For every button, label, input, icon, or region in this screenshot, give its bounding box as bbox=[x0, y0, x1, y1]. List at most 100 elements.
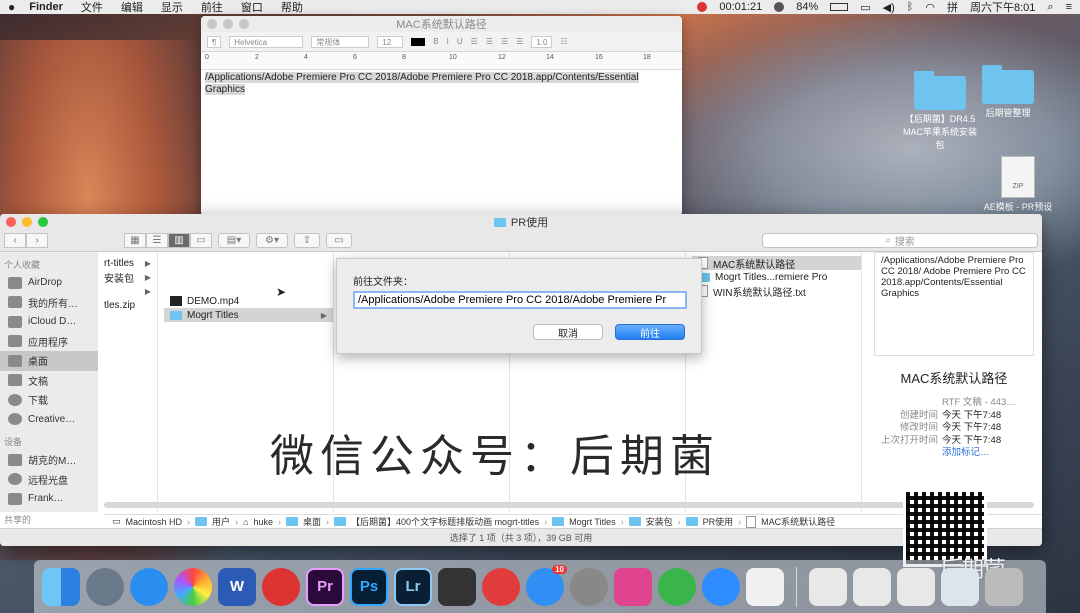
italic-button[interactable]: I bbox=[447, 37, 449, 46]
justify-icon[interactable]: ☰ bbox=[516, 37, 523, 46]
sidebar-item-desktop[interactable]: 桌面 bbox=[0, 351, 98, 371]
input-source-icon[interactable]: 拼 bbox=[947, 0, 958, 15]
sidebar-item-frank[interactable]: Frank… bbox=[0, 489, 98, 509]
sidebar-item-downloads[interactable]: 下载 bbox=[0, 390, 98, 410]
align-center-icon[interactable]: ☰ bbox=[486, 37, 493, 46]
finder-titlebar[interactable]: PR使用 bbox=[0, 214, 1042, 230]
path-item[interactable]: huke bbox=[254, 517, 274, 527]
path-item[interactable]: 安装包 bbox=[646, 515, 673, 528]
trash-icon[interactable] bbox=[985, 567, 1023, 606]
battery-icon[interactable] bbox=[830, 3, 849, 11]
menu-window[interactable]: 窗口 bbox=[241, 0, 263, 15]
sidebar-item-airdrop[interactable]: AirDrop bbox=[0, 273, 98, 293]
sidebar-item-creative-cloud[interactable]: Creative… bbox=[0, 410, 98, 430]
tags-button[interactable]: ▭ bbox=[326, 233, 352, 248]
quicktime-app-icon[interactable] bbox=[262, 567, 300, 606]
apple-menu-icon[interactable]: ● bbox=[8, 0, 15, 14]
launchpad-app-icon[interactable] bbox=[86, 567, 124, 606]
close-button[interactable] bbox=[207, 19, 217, 29]
photos-app-icon[interactable] bbox=[174, 567, 212, 606]
minimized-window-icon[interactable] bbox=[809, 567, 847, 606]
menu-edit[interactable]: 编辑 bbox=[121, 0, 143, 15]
finalcut-app-icon[interactable] bbox=[438, 567, 476, 606]
close-button[interactable] bbox=[6, 217, 16, 227]
sidebar-item-remote-disc[interactable]: 远程光盘 bbox=[0, 470, 98, 490]
underline-button[interactable]: U bbox=[457, 37, 463, 46]
sidebar-item-documents[interactable]: 文稿 bbox=[0, 371, 98, 391]
gallery-view-button[interactable]: ▭ bbox=[190, 233, 212, 248]
list-item[interactable]: 安装包 ▶ bbox=[98, 270, 157, 285]
desktop-zip-file[interactable]: ZIP AE模板 - PR预设 .zip bbox=[978, 156, 1058, 223]
datetime[interactable]: 周六下午8:01 bbox=[970, 0, 1035, 15]
path-item[interactable]: 【后期菌】400个文字标题排版动画 mogrt-titles bbox=[351, 515, 539, 528]
list-item[interactable]: ▶ bbox=[98, 284, 157, 298]
recording-icon[interactable] bbox=[697, 2, 708, 12]
icon-view-button[interactable]: ▦ bbox=[124, 233, 146, 248]
ruler[interactable]: 0 2 4 6 8 10 12 14 16 18 bbox=[201, 52, 682, 70]
photoshop-app-icon[interactable]: Ps bbox=[350, 567, 388, 606]
airplay-icon[interactable]: ▭ bbox=[860, 1, 870, 14]
path-item[interactable]: Macintosh HD bbox=[126, 517, 183, 527]
zoom-app-icon[interactable] bbox=[702, 567, 740, 606]
path-item[interactable]: 桌面 bbox=[303, 515, 321, 528]
minimized-window-icon[interactable] bbox=[853, 567, 891, 606]
list-item[interactable]: WIN系统默认路径.txt bbox=[692, 284, 861, 299]
folder-path-input[interactable] bbox=[353, 291, 687, 309]
cleanmymac-app-icon[interactable] bbox=[614, 567, 652, 606]
text-color-swatch[interactable] bbox=[411, 37, 426, 46]
downloads-stack-icon[interactable] bbox=[941, 567, 979, 606]
path-item[interactable]: PR使用 bbox=[703, 515, 734, 528]
list-item[interactable]: tles.zip bbox=[98, 298, 157, 312]
menu-go[interactable]: 前往 bbox=[201, 0, 223, 15]
notification-center-icon[interactable]: ≡ bbox=[1066, 1, 1072, 13]
list-item[interactable]: DEMO.mp4 bbox=[164, 294, 333, 308]
textedit-content[interactable]: /Applications/Adobe Premiere Pro CC 2018… bbox=[201, 70, 682, 98]
wifi-icon[interactable]: ◠ bbox=[925, 1, 935, 14]
list-item[interactable]: Mogrt Titles ▶ bbox=[164, 308, 333, 322]
system-prefs-app-icon[interactable] bbox=[570, 567, 608, 606]
word-app-icon[interactable]: W bbox=[218, 567, 256, 606]
column-view-button[interactable]: ▥ bbox=[168, 233, 190, 248]
bluetooth-icon[interactable]: ᛒ bbox=[907, 1, 914, 13]
list-item[interactable]: Mogrt Titles...remiere Pro bbox=[692, 270, 861, 284]
spotlight-icon[interactable]: ⌕ bbox=[1047, 1, 1053, 14]
menu-view[interactable]: 显示 bbox=[161, 0, 183, 15]
premiere-app-icon[interactable]: Pr bbox=[306, 567, 344, 606]
share-button[interactable]: ⇪ bbox=[294, 233, 320, 248]
go-button[interactable]: 前往 bbox=[615, 324, 685, 340]
align-right-icon[interactable]: ☰ bbox=[501, 37, 508, 46]
horizontal-scrollbar[interactable] bbox=[104, 502, 1034, 508]
finder-app-icon[interactable] bbox=[42, 567, 80, 606]
creative-cloud-icon[interactable] bbox=[774, 2, 785, 12]
menu-file[interactable]: 文件 bbox=[81, 0, 103, 15]
action-gear-button[interactable]: ⚙▾ bbox=[256, 233, 288, 248]
netease-music-app-icon[interactable] bbox=[482, 567, 520, 606]
path-item[interactable]: Mogrt Titles bbox=[569, 517, 616, 527]
align-left-icon[interactable]: ☰ bbox=[471, 37, 478, 46]
back-button[interactable]: ‹ bbox=[4, 233, 26, 248]
minimize-button[interactable] bbox=[223, 19, 233, 29]
line-spacing-select[interactable]: 1.0 bbox=[531, 35, 553, 48]
cancel-button[interactable]: 取消 bbox=[533, 324, 603, 340]
minimized-window-icon[interactable] bbox=[897, 567, 935, 606]
sidebar-item-mac[interactable]: 胡克的M… bbox=[0, 450, 98, 470]
search-field[interactable]: ⌕ 搜索 bbox=[762, 233, 1038, 248]
add-tags-link[interactable]: 添加标记… bbox=[942, 447, 990, 460]
lightroom-app-icon[interactable]: Lr bbox=[394, 567, 432, 606]
bold-button[interactable]: B bbox=[433, 37, 438, 46]
safari-app-icon[interactable] bbox=[130, 567, 168, 606]
sidebar-item-all-files[interactable]: 我的所有… bbox=[0, 293, 98, 313]
menu-finder[interactable]: Finder bbox=[29, 1, 63, 13]
list-item[interactable]: rt-titles ▶ bbox=[98, 256, 157, 270]
minimize-button[interactable] bbox=[22, 217, 32, 227]
sidebar-item-icloud[interactable]: iCloud D… bbox=[0, 312, 98, 332]
list-view-button[interactable]: ☰ bbox=[146, 233, 168, 248]
path-item[interactable]: MAC系统默认路径 bbox=[761, 515, 835, 528]
textedit-app-icon[interactable] bbox=[746, 567, 784, 606]
selected-text[interactable]: /Applications/Adobe Premiere Pro CC 2018… bbox=[205, 72, 639, 95]
paragraph-style-select[interactable]: ¶ bbox=[207, 35, 222, 48]
appstore-app-icon[interactable]: 10 bbox=[526, 564, 567, 606]
list-item[interactable]: MAC系统默认路径 bbox=[692, 256, 861, 271]
forward-button[interactable]: › bbox=[26, 233, 48, 248]
wechat-app-icon[interactable] bbox=[658, 567, 696, 606]
